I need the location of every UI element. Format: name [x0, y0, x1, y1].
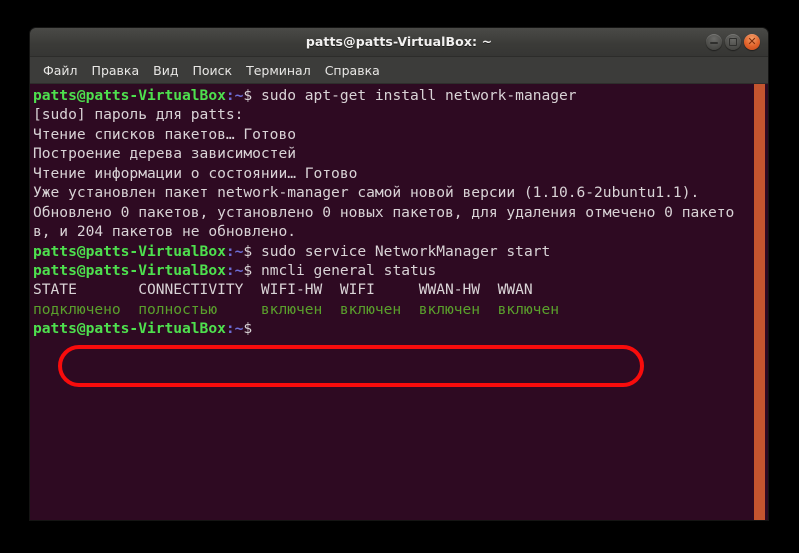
terminal-scrollbar-thumb[interactable]	[754, 84, 765, 520]
menu-item-edit[interactable]: Правка	[85, 61, 147, 80]
red-highlight-annotation	[58, 345, 644, 387]
menu-item-search[interactable]: Поиск	[185, 61, 239, 80]
terminal-line: STATE CONNECTIVITY WIFI-HW WIFI WWAN-HW …	[30, 280, 751, 299]
window-title: patts@patts-VirtualBox: ~	[305, 34, 493, 49]
window-controls[interactable]: ✕	[706, 34, 760, 50]
nmcli-table-values: подключено полностью включен включен вкл…	[33, 300, 559, 318]
menu-item-view[interactable]: Вид	[146, 61, 185, 80]
close-button[interactable]: ✕	[744, 34, 760, 50]
terminal-command: nmcli general status	[252, 261, 437, 279]
terminal-command: sudo service NetworkManager start	[252, 242, 551, 260]
terminal-command: sudo apt-get install network-manager	[252, 87, 577, 104]
terminal-window[interactable]: patts@patts-VirtualBox: ~ ✕ Файл Правка …	[30, 28, 768, 520]
terminal-output-line: Построение дерева зависимостей	[33, 145, 296, 163]
terminal-output-line: [sudo] пароль для patts:	[33, 106, 244, 124]
terminal-line: Построение дерева зависимостей	[30, 144, 751, 163]
prompt-sigil: $	[243, 261, 253, 279]
maximize-button[interactable]	[725, 34, 741, 50]
terminal-output-line: Чтение списков пакетов… Готово	[33, 125, 296, 143]
terminal-output-line: Обновлено 0 пакетов, установлено 0 новых…	[33, 203, 735, 221]
terminal-line: Уже установлен пакет network-manager сам…	[30, 183, 751, 202]
terminal-output-line: Чтение информации о состоянии… Готово	[33, 164, 358, 182]
window-titlebar[interactable]: patts@patts-VirtualBox: ~ ✕	[30, 28, 768, 57]
terminal-line: [sudo] пароль для patts:	[30, 105, 751, 124]
nmcli-table-headers: STATE CONNECTIVITY WIFI-HW WIFI WWAN-HW …	[33, 281, 533, 299]
terminal-output-line: в, и 204 пакетов не обновлено.	[33, 223, 296, 241]
menu-item-terminal[interactable]: Терминал	[239, 61, 318, 80]
prompt-sigil: $	[243, 242, 253, 260]
menu-item-file[interactable]: Файл	[36, 61, 85, 80]
terminal-line: подключено полностью включен включен вкл…	[30, 300, 751, 319]
terminal-line: patts@patts-VirtualBox:~$ sudo service N…	[30, 242, 751, 261]
terminal-output-line: Уже установлен пакет network-manager сам…	[33, 184, 700, 202]
terminal-scrollbar-track[interactable]	[751, 84, 768, 520]
prompt-path: :~	[225, 261, 244, 279]
prompt-user-host: patts@patts-VirtualBox	[33, 242, 226, 260]
terminal-line: Чтение информации о состоянии… Готово	[30, 164, 751, 183]
prompt-user-host: patts@patts-VirtualBox	[33, 87, 226, 104]
maximize-icon	[729, 38, 737, 46]
minimize-icon	[710, 41, 718, 44]
menu-bar[interactable]: Файл Правка Вид Поиск Терминал Справка	[30, 57, 768, 84]
minimize-button[interactable]	[706, 34, 722, 50]
terminal-line: Обновлено 0 пакетов, установлено 0 новых…	[30, 203, 751, 222]
prompt-path: :~	[225, 242, 244, 260]
terminal-line: patts@patts-VirtualBox:~$	[30, 319, 751, 338]
terminal-line: patts@patts-VirtualBox:~$ sudo apt-get i…	[30, 86, 751, 105]
terminal-text: patts@patts-VirtualBox:~$ sudo apt-get i…	[30, 86, 751, 339]
prompt-user-host: patts@patts-VirtualBox	[33, 320, 226, 338]
prompt-sigil: $	[243, 87, 253, 104]
menu-item-help[interactable]: Справка	[318, 61, 387, 80]
terminal-output-area[interactable]: patts@patts-VirtualBox:~$ sudo apt-get i…	[30, 84, 768, 520]
terminal-line: patts@patts-VirtualBox:~$ nmcli general …	[30, 261, 751, 280]
prompt-path: :~	[225, 320, 244, 338]
terminal-line: Чтение списков пакетов… Готово	[30, 125, 751, 144]
prompt-user-host: patts@patts-VirtualBox	[33, 261, 226, 279]
prompt-path: :~	[225, 87, 244, 104]
close-icon: ✕	[747, 35, 757, 48]
terminal-line: в, и 204 пакетов не обновлено.	[30, 222, 751, 241]
prompt-sigil: $	[243, 320, 253, 338]
